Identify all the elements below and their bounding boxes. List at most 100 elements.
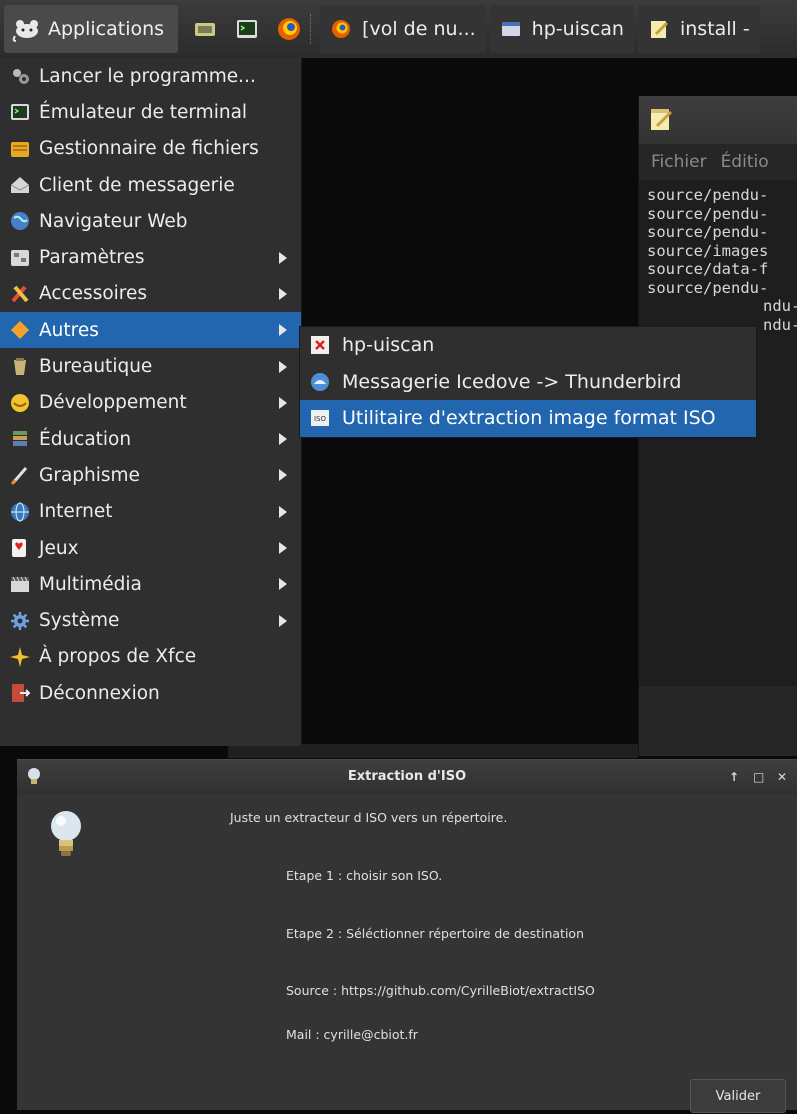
submenu-arrow-icon	[279, 324, 287, 337]
web-browser-icon	[9, 210, 31, 232]
menu-item-label: Émulateur de terminal	[39, 101, 248, 123]
thunderbird-icon	[310, 372, 330, 392]
menu-item-label: Internet	[39, 501, 113, 523]
menu-item-settings[interactable]: Paramètres	[0, 239, 301, 275]
editor-menubar: Fichier Éditio	[639, 144, 797, 180]
others-icon	[9, 319, 31, 341]
editor-titlebar[interactable]	[639, 96, 797, 144]
text-editor-icon	[648, 18, 670, 40]
submenu-arrow-icon	[279, 360, 287, 373]
submenu-arrow-icon	[279, 396, 287, 409]
submenu-arrow-icon	[279, 433, 287, 446]
others-submenu: hp-uiscan Messagerie Icedove -> Thunderb…	[299, 326, 757, 438]
menu-item-label: Multimédia	[39, 573, 142, 595]
internet-icon	[9, 501, 31, 523]
submenu-item-label: Messagerie Icedove -> Thunderbird	[342, 370, 682, 393]
menu-item-label: Développement	[39, 392, 187, 414]
menu-item-others[interactable]: Autres	[0, 312, 301, 349]
firefox-launcher-icon[interactable]	[274, 14, 304, 44]
submenu-item-label: hp-uiscan	[342, 334, 435, 357]
lightbulb-icon	[27, 767, 41, 787]
menu-item-accessories[interactable]: Accessoires	[0, 276, 301, 312]
firefox-icon	[330, 18, 352, 40]
menu-item-run-program[interactable]: Lancer le programme...	[0, 58, 301, 94]
maximize-icon[interactable]: □	[753, 770, 764, 784]
submenu-item-iso-extractor[interactable]: ISO Utilitaire d'extraction image format…	[300, 400, 756, 437]
editor-line: source/pendu-	[647, 204, 769, 223]
taskbar-item-hp-uiscan[interactable]: hp-uiscan	[489, 5, 634, 53]
window-edge	[228, 744, 638, 758]
editor-line: source/pendu-	[647, 278, 769, 297]
submenu-item-hp-uiscan[interactable]: hp-uiscan	[300, 327, 756, 364]
editor-menu-file[interactable]: Fichier	[651, 152, 707, 172]
dialog-source: Source : https://github.com/CyrilleBiot/…	[286, 983, 595, 998]
accessories-icon	[9, 283, 31, 305]
submenu-arrow-icon	[279, 251, 287, 264]
menu-item-label: Déconnexion	[39, 682, 160, 704]
iso-extraction-dialog: Extraction d'ISO ↑ □ ✕ Juste un extracte…	[17, 759, 797, 1113]
settings-icon	[9, 247, 31, 269]
editor-line: source/data-f	[647, 260, 769, 278]
submenu-item-thunderbird-migration[interactable]: Messagerie Icedove -> Thunderbird	[300, 364, 756, 401]
dialog-titlebar[interactable]: Extraction d'ISO ↑ □ ✕	[17, 760, 797, 794]
graphics-icon	[9, 464, 31, 486]
menu-item-education[interactable]: Éducation	[0, 421, 301, 457]
menu-item-mail-client[interactable]: Client de messagerie	[0, 167, 301, 203]
menu-item-label: Lancer le programme...	[39, 65, 256, 87]
run-program-icon	[9, 65, 31, 87]
applications-menu-button[interactable]: Applications	[4, 5, 179, 53]
taskbar-item-firefox[interactable]: [vol de nu...	[320, 5, 486, 53]
svg-text:ISO: ISO	[314, 415, 327, 423]
submenu-arrow-icon	[279, 505, 287, 518]
xfce-mouse-icon	[12, 16, 42, 42]
menu-item-label: Paramètres	[39, 247, 145, 269]
menu-item-label: Client de messagerie	[39, 174, 235, 196]
menu-item-internet[interactable]: Internet	[0, 494, 301, 530]
menu-item-label: Bureautique	[39, 356, 153, 378]
menu-item-development[interactable]: Développement	[0, 385, 301, 421]
submenu-arrow-icon	[279, 578, 287, 591]
validate-button[interactable]: Valider	[690, 1079, 786, 1113]
menu-item-label: Graphisme	[39, 464, 140, 486]
submenu-arrow-icon	[279, 542, 287, 554]
menu-item-label: Jeux	[39, 537, 79, 559]
education-icon	[9, 428, 31, 450]
games-icon	[9, 537, 31, 559]
menu-item-multimedia[interactable]: Multimédia	[0, 566, 301, 602]
editor-menu-edit[interactable]: Éditio	[721, 152, 769, 172]
multimedia-icon	[9, 573, 31, 595]
menu-item-about-xfce[interactable]: À propos de Xfce	[0, 639, 301, 675]
taskbar-item-install[interactable]: install -	[637, 5, 760, 53]
menu-item-games[interactable]: Jeux	[0, 530, 301, 566]
task-label: hp-uiscan	[531, 18, 624, 40]
close-icon[interactable]: ✕	[777, 770, 787, 784]
menu-item-label: Autres	[39, 319, 99, 341]
menu-item-file-manager[interactable]: Gestionnaire de fichiers	[0, 131, 301, 167]
menu-item-label: Système	[39, 610, 120, 632]
pin-icon[interactable]: ↑	[729, 770, 739, 784]
editor-line: source/pendu-	[647, 223, 769, 241]
menu-item-label: Éducation	[39, 428, 132, 450]
terminal-icon	[9, 101, 31, 123]
dialog-step1: Etape 1 : choisir son ISO.	[286, 868, 443, 883]
menu-item-web-browser[interactable]: Navigateur Web	[0, 203, 301, 239]
task-label: install -	[679, 18, 750, 40]
development-icon	[9, 392, 31, 414]
office-icon	[9, 356, 31, 378]
dialog-intro: Juste un extracteur d ISO vers un répert…	[230, 810, 508, 825]
editor-line: source/images	[647, 241, 769, 260]
file-manager-launcher-icon[interactable]	[190, 14, 220, 44]
menu-item-office[interactable]: Bureautique	[0, 348, 301, 384]
text-editor-icon	[649, 106, 673, 136]
task-label: [vol de nu...	[362, 18, 476, 40]
terminal-launcher-icon[interactable]	[232, 14, 262, 44]
mail-client-icon	[9, 174, 31, 196]
editor-line: ndu-	[763, 297, 797, 315]
submenu-arrow-icon	[279, 287, 287, 300]
panel-separator	[310, 14, 314, 44]
menu-item-terminal[interactable]: Émulateur de terminal	[0, 94, 301, 130]
menu-item-logout[interactable]: Déconnexion	[0, 675, 301, 711]
menu-item-system[interactable]: Système	[0, 602, 301, 638]
menu-item-graphics[interactable]: Graphisme	[0, 457, 301, 493]
lightbulb-icon	[48, 809, 84, 861]
